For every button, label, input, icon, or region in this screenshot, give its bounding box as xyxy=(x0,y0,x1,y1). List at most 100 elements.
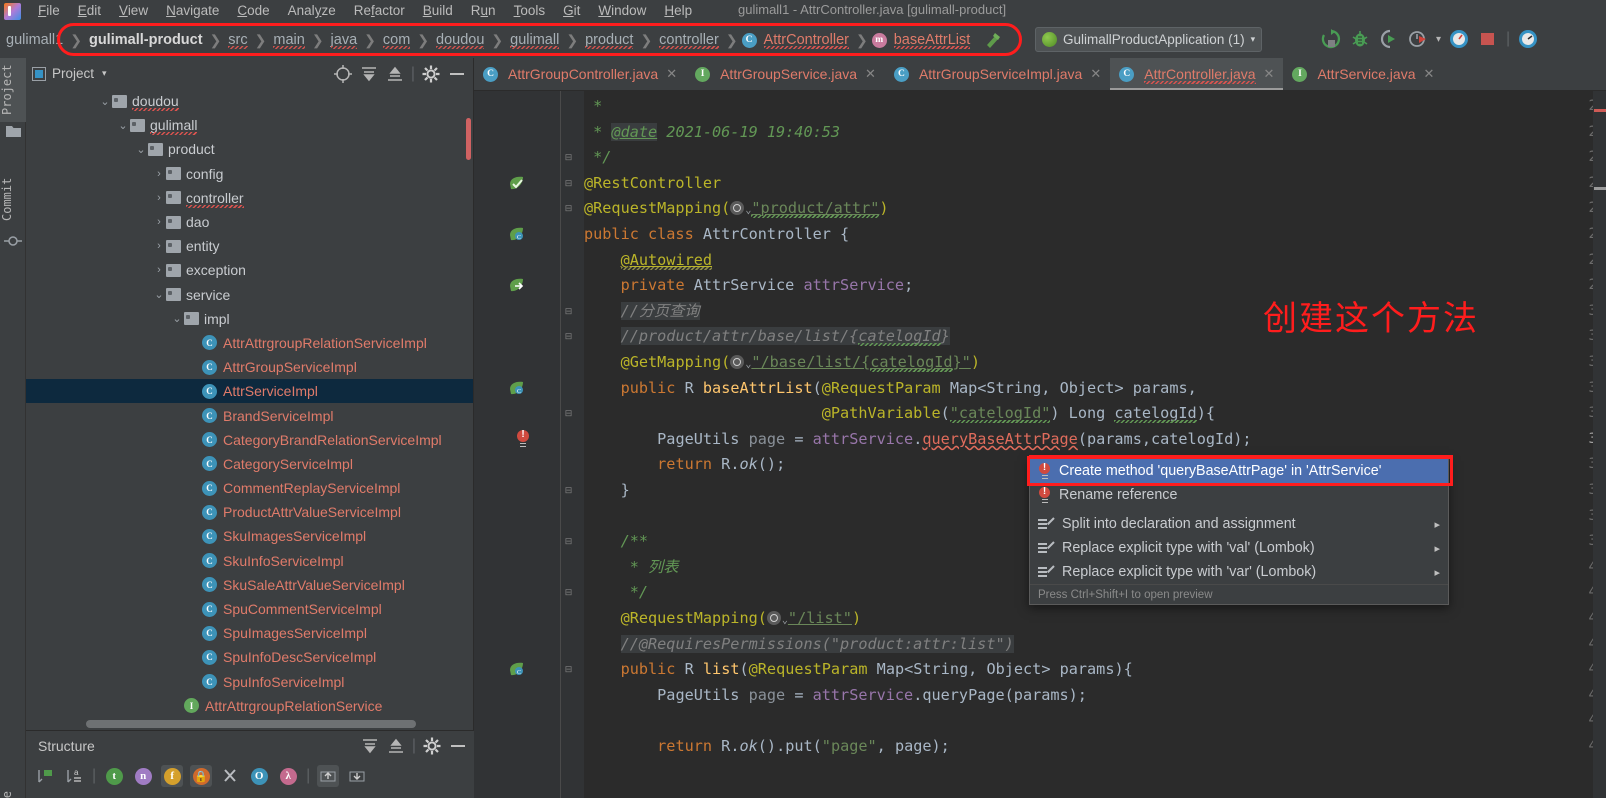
chevron-right-icon[interactable]: ▸ xyxy=(1434,566,1440,579)
run-spring-icon[interactable] xyxy=(508,175,526,193)
intention-item[interactable]: Create method 'queryBaseAttrPage' in 'At… xyxy=(1030,459,1448,483)
chevron-right-icon[interactable]: › xyxy=(152,240,166,252)
tree-node[interactable]: › entity xyxy=(26,234,473,258)
profile-icon[interactable] xyxy=(1407,28,1429,50)
sort-alphabetically-icon[interactable]: a xyxy=(63,765,85,787)
breadcrumb-class[interactable]: AttrController xyxy=(761,32,852,49)
breadcrumb-com[interactable]: com xyxy=(380,32,413,49)
run-with-coverage-icon[interactable] xyxy=(1378,28,1400,50)
chevron-down-icon[interactable]: ⌄ xyxy=(170,312,184,325)
sort-by-visibility-icon[interactable] xyxy=(34,765,56,787)
tree-node[interactable]: C AttrAttrgroupRelationServiceImpl xyxy=(26,331,473,355)
code-line[interactable]: //@RequiresPermissions("product:attr:lis… xyxy=(584,632,1014,658)
editor-tab[interactable]: C AttrGroupServiceImpl.java ✕ xyxy=(885,58,1110,90)
settings-gear-icon[interactable] xyxy=(422,736,442,756)
tree-node[interactable]: C AttrServiceImpl xyxy=(26,379,473,404)
tree-node[interactable]: C CategoryBrandRelationServiceImpl xyxy=(26,428,473,452)
sidebar-item-commit[interactable]: Commit xyxy=(0,168,26,230)
menu-window[interactable]: Window xyxy=(589,0,655,22)
show-non-public-icon[interactable]: n xyxy=(132,765,154,787)
collapse-all-icon[interactable] xyxy=(385,64,405,84)
tree-node[interactable]: C BrandServiceImpl xyxy=(26,403,473,427)
tree-node[interactable]: C CommentReplayServiceImpl xyxy=(26,476,473,500)
menu-code[interactable]: Code xyxy=(228,0,278,22)
code-line[interactable]: /** xyxy=(584,529,648,555)
close-icon[interactable]: ✕ xyxy=(865,66,876,82)
inspection-wrench-icon[interactable] xyxy=(981,28,1005,52)
menu-help[interactable]: Help xyxy=(655,0,701,22)
code-line[interactable]: @RequestMapping(⌄"product/attr") xyxy=(584,196,889,222)
expand-all-icon[interactable] xyxy=(360,736,380,756)
chevron-right-icon[interactable]: › xyxy=(152,264,166,276)
run-configuration-selector[interactable]: GulimallProductApplication (1) ▾ xyxy=(1035,27,1263,52)
menu-edit[interactable]: Edit xyxy=(69,0,110,22)
sidebar-item-project[interactable]: Project xyxy=(0,58,26,122)
menu-run[interactable]: Run xyxy=(462,0,505,22)
search-everywhere-icon[interactable] xyxy=(1517,28,1539,50)
code-line[interactable]: //product/attr/base/list/{catelogId} xyxy=(584,324,950,350)
chevron-right-icon[interactable]: › xyxy=(152,216,166,228)
code-fold-marker[interactable]: ⊟ xyxy=(563,485,574,496)
show-anonymous-icon[interactable] xyxy=(219,765,241,787)
menu-view[interactable]: View xyxy=(110,0,157,22)
code-line[interactable]: return R.ok(); xyxy=(584,452,785,478)
chevron-right-icon[interactable]: ▸ xyxy=(1434,542,1440,555)
code-line[interactable]: //分页查询 xyxy=(584,299,700,325)
code-fold-marker[interactable]: ⊟ xyxy=(563,178,574,189)
code-line[interactable]: */ xyxy=(584,580,648,606)
code-fold-marker[interactable]: ⊟ xyxy=(563,203,574,214)
locate-file-icon[interactable] xyxy=(333,64,353,84)
menu-build[interactable]: Build xyxy=(414,0,462,22)
editor-tab-bar[interactable]: C AttrGroupController.java ✕ I AttrGroupServ… xyxy=(474,58,1606,91)
breadcrumb-project[interactable]: gulimall1 xyxy=(2,32,66,48)
chevron-right-icon[interactable]: › xyxy=(152,192,166,204)
show-private-icon[interactable]: 🔒 xyxy=(190,765,213,787)
code-fold-marker[interactable]: ⊟ xyxy=(563,587,574,598)
close-icon[interactable]: ✕ xyxy=(1090,66,1101,82)
code-fold-marker[interactable]: ⊟ xyxy=(563,331,574,342)
code-line[interactable]: * xyxy=(584,94,602,120)
tree-horizontal-scrollbar[interactable] xyxy=(86,720,416,728)
code-line[interactable]: */ xyxy=(584,145,611,171)
menu-navigate[interactable]: Navigate xyxy=(157,0,228,22)
tree-node[interactable]: C SpuImagesServiceImpl xyxy=(26,621,473,645)
intention-item[interactable]: Replace explicit type with 'val' (Lombok… xyxy=(1030,536,1448,560)
breadcrumb-product[interactable]: product xyxy=(582,32,636,49)
chevron-right-icon[interactable]: › xyxy=(152,168,166,180)
code-line[interactable]: PageUtils page = attrService.queryBaseAt… xyxy=(584,427,1251,453)
code-fold-marker[interactable]: ⊟ xyxy=(563,664,574,675)
tree-node[interactable]: › controller xyxy=(26,186,473,210)
profile-dropdown-caret[interactable]: ▾ xyxy=(1436,34,1441,45)
show-fields-icon[interactable]: f xyxy=(161,765,184,787)
code-line[interactable]: @GetMapping(⌄"/base/list/{catelogId}") xyxy=(584,350,980,376)
tree-node[interactable]: ⌄ product xyxy=(26,137,473,161)
chevron-down-icon[interactable]: ⌄ xyxy=(98,95,112,108)
autoscroll-from-source-icon[interactable] xyxy=(346,765,368,787)
breadcrumb-method[interactable]: baseAttrList xyxy=(891,32,974,49)
editor-error-stripe[interactable] xyxy=(1593,91,1606,798)
code-line[interactable]: return R.ok().put("page", page); xyxy=(584,734,950,760)
chevron-right-icon[interactable]: ▸ xyxy=(1434,518,1440,531)
tree-node[interactable]: C SpuInfoServiceImpl xyxy=(26,670,473,694)
code-fold-marker[interactable]: ⊟ xyxy=(563,152,574,163)
code-line[interactable]: @Autowired xyxy=(584,248,712,274)
code-line[interactable]: @PathVariable("catelogId") Long catelogI… xyxy=(584,401,1215,427)
code-fold-marker[interactable]: ⊟ xyxy=(563,408,574,419)
show-properties-icon[interactable]: O xyxy=(248,765,270,787)
intention-actions-popup[interactable]: Create method 'queryBaseAttrPage' in 'At… xyxy=(1029,458,1449,605)
code-line[interactable]: * 列表 xyxy=(584,555,679,581)
code-line[interactable]: @RestController xyxy=(584,171,721,197)
error-stripe-mark[interactable] xyxy=(1594,109,1606,112)
tree-node[interactable]: C SkuInfoServiceImpl xyxy=(26,549,473,573)
hide-panel-icon[interactable] xyxy=(447,64,467,84)
close-icon[interactable]: ✕ xyxy=(1264,66,1275,82)
code-line[interactable]: * @date 2021-06-19 19:40:53 xyxy=(584,120,840,146)
breadcrumb-doudou[interactable]: doudou xyxy=(433,32,487,49)
breadcrumb-module[interactable]: gulimall-product xyxy=(86,32,206,48)
close-icon[interactable]: ✕ xyxy=(666,66,677,82)
menu-git[interactable]: Git xyxy=(554,0,589,22)
spring-mapping-icon[interactable]: C xyxy=(508,661,526,679)
breadcrumb-gulimall[interactable]: gulimall xyxy=(507,32,562,49)
code-line[interactable]: public R list(@RequestParam Map<String, … xyxy=(584,657,1133,683)
chevron-down-icon[interactable]: ⌄ xyxy=(152,288,166,301)
